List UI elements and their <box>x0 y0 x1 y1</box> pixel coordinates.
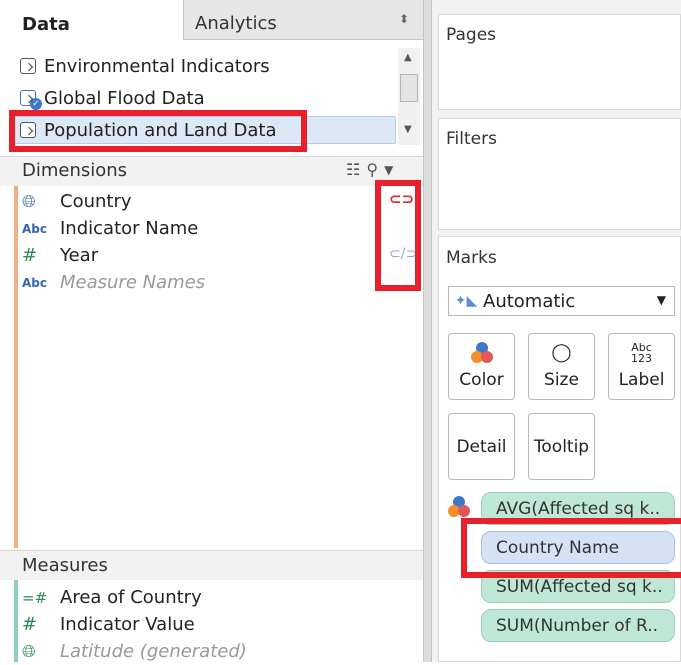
field-name: Measure Names <box>60 272 206 293</box>
size-button[interactable]: ◯ Size <box>528 333 595 400</box>
chevron-down-icon[interactable]: ▼ <box>384 160 393 179</box>
filters-shelf[interactable]: Filters <box>438 118 681 230</box>
globe-icon: 🌐︎ <box>22 191 36 212</box>
search-icon[interactable]: ⚲ <box>366 160 378 179</box>
data-source-global-flood-data[interactable]: ✓ Global Flood Data <box>14 84 205 112</box>
color-icon <box>449 342 514 370</box>
scroll-up-icon[interactable]: ▲ <box>404 52 412 63</box>
data-source-label: Global Flood Data <box>44 87 205 109</box>
check-badge-icon: ✓ <box>30 98 42 110</box>
field-indicator-value[interactable]: # Indicator Value <box>22 611 195 638</box>
marks-title: Marks <box>446 248 497 268</box>
highlight-box-link-icons <box>375 180 421 291</box>
text-label-icon: Abc 123 <box>631 341 652 365</box>
tab-analytics[interactable]: Analytics <box>183 0 426 40</box>
field-country[interactable]: 🌐︎ Country <box>22 188 132 215</box>
measures-title: Measures <box>22 555 108 576</box>
color-button-label: Color <box>459 370 504 390</box>
label-button[interactable]: Abc 123 Label <box>608 333 675 400</box>
field-measure-names[interactable]: Abc Measure Names <box>22 269 205 296</box>
field-name: Indicator Name <box>60 218 199 239</box>
scroll-thumb[interactable] <box>400 74 418 102</box>
data-source-label: Environmental Indicators <box>44 55 270 77</box>
marks-pill-sum-number[interactable]: SUM(Number of R.. <box>481 609 675 642</box>
size-button-label: Size <box>544 370 579 390</box>
number-type-icon: # <box>22 245 38 266</box>
dimensions-accent-bar <box>14 186 18 548</box>
filters-title: Filters <box>446 129 497 149</box>
highlight-box-country-pill <box>461 518 681 578</box>
color-button[interactable]: Color <box>448 333 515 400</box>
label-button-label: Label <box>618 370 665 390</box>
field-name: Latitude (generated) <box>60 641 247 662</box>
data-source-environmental-indicators[interactable]: Environmental Indicators <box>14 52 270 80</box>
field-name: Country <box>60 191 132 212</box>
scroll-down-icon[interactable]: ▼ <box>404 124 412 135</box>
detail-button[interactable]: Detail <box>448 413 515 480</box>
string-type-icon: Abc <box>22 221 47 236</box>
linked-data-source-icon: ✓ <box>20 90 42 110</box>
size-icon: ◯ <box>551 342 572 363</box>
globe-icon: 🌐︎ <box>22 641 36 662</box>
chevron-down-icon: ▼ <box>656 293 666 307</box>
pages-shelf[interactable]: Pages <box>438 14 681 110</box>
mark-type-label: Automatic <box>483 290 576 312</box>
mark-type-dropdown[interactable]: ✦◣ Automatic ▼ <box>448 286 675 316</box>
pages-title: Pages <box>446 25 497 45</box>
calculated-number-icon: =# <box>22 588 48 607</box>
field-name: Indicator Value <box>60 614 195 635</box>
tab-data[interactable]: Data <box>0 0 183 40</box>
field-area-of-country[interactable]: =# Area of Country <box>22 584 202 611</box>
data-source-icon <box>20 58 36 74</box>
field-latitude-generated[interactable]: 🌐︎ Latitude (generated) <box>22 638 247 665</box>
automatic-mark-icon: ✦◣ <box>454 293 478 309</box>
number-type-icon: # <box>22 614 38 635</box>
view-list-icon[interactable]: ☷ <box>346 160 360 179</box>
dimensions-toolbar: ☷ ⚲ ▼ <box>346 160 393 179</box>
field-year[interactable]: # Year <box>22 242 98 269</box>
tooltip-button[interactable]: Tooltip <box>528 413 595 480</box>
pane-divider[interactable] <box>423 0 432 662</box>
dimensions-title: Dimensions <box>22 160 128 181</box>
highlight-box-data-source <box>9 110 307 152</box>
string-type-icon: Abc <box>22 275 47 290</box>
measures-accent-bar <box>14 580 18 662</box>
field-indicator-name[interactable]: Abc Indicator Name <box>22 215 198 242</box>
field-name: Year <box>60 245 99 266</box>
sort-updown-icon[interactable]: ⬍ <box>399 12 409 26</box>
field-name: Area of Country <box>60 587 202 608</box>
